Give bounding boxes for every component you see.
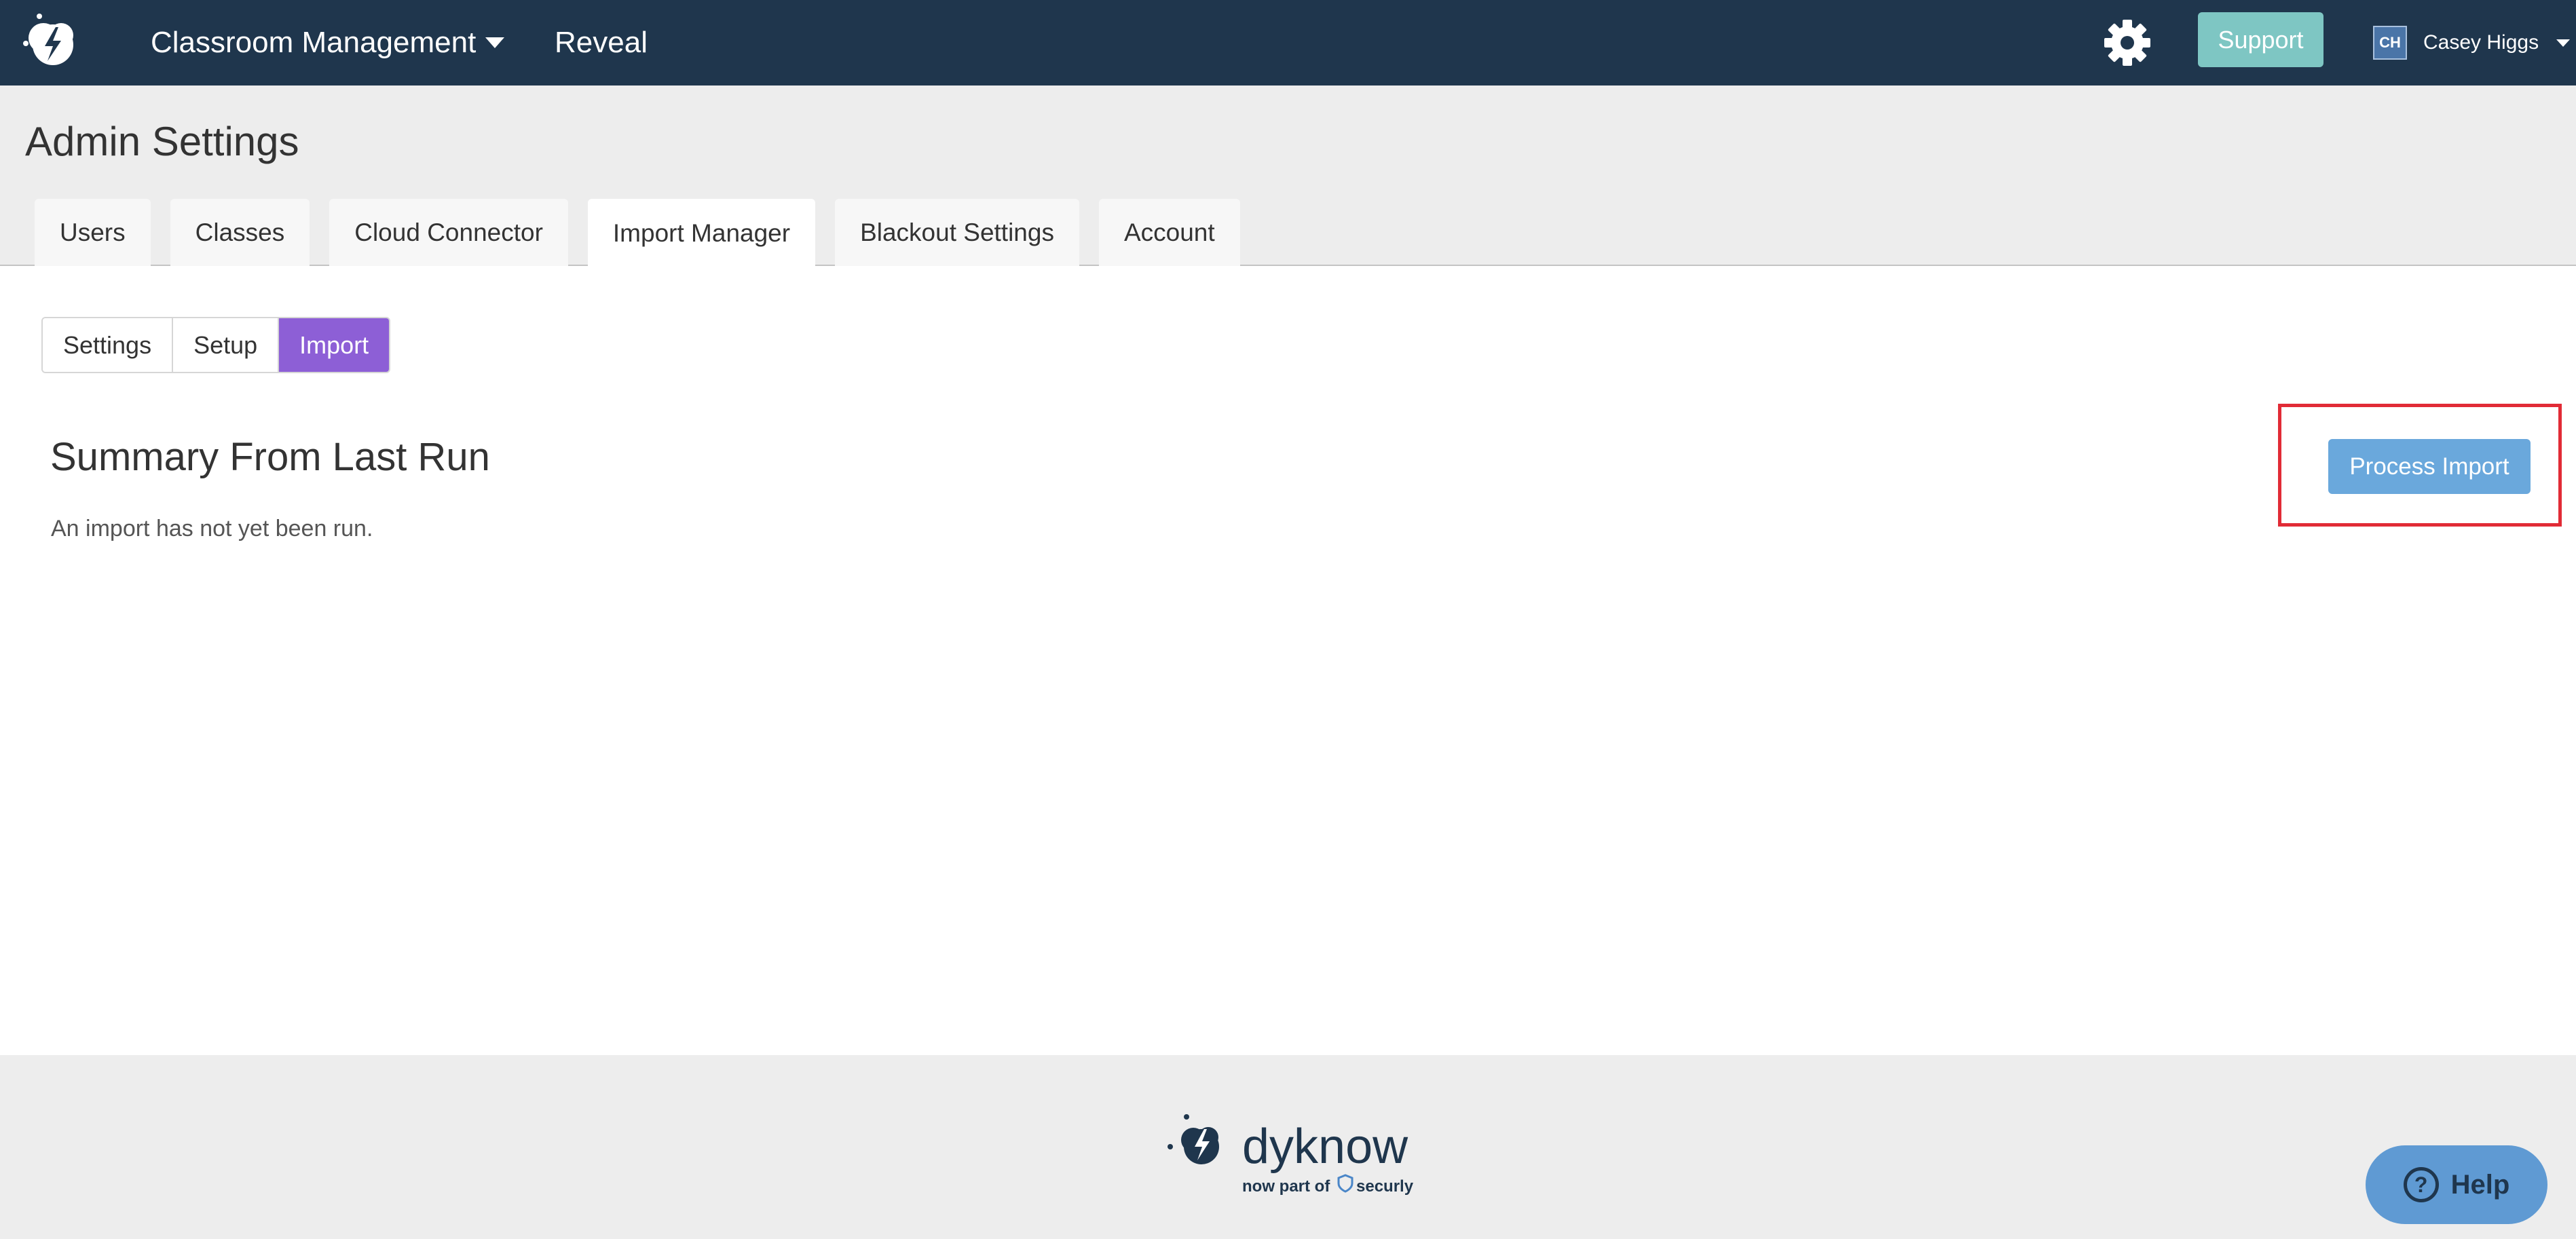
page-title: Admin Settings: [25, 119, 299, 164]
gear-icon[interactable]: [2103, 18, 2152, 67]
user-menu[interactable]: CH Casey Higgs: [2373, 24, 2571, 61]
user-name: Casey Higgs: [2423, 31, 2539, 54]
help-button[interactable]: ? Help: [2366, 1145, 2547, 1224]
avatar: CH: [2373, 26, 2407, 60]
tab-cloud-connector[interactable]: Cloud Connector: [329, 199, 568, 266]
caret-down-icon: [485, 37, 505, 48]
caret-down-icon: [2556, 39, 2571, 47]
classroom-management-label: Classroom Management: [151, 26, 477, 59]
summary-title: Summary From Last Run: [50, 435, 490, 479]
subtab-settings[interactable]: Settings: [43, 318, 174, 372]
tab-users[interactable]: Users: [35, 199, 151, 266]
admin-tabs: Users Classes Cloud Connector Import Man…: [35, 199, 1260, 267]
subtab-setup[interactable]: Setup: [173, 318, 280, 372]
tab-blackout-settings[interactable]: Blackout Settings: [835, 199, 1079, 266]
question-circle-icon: ?: [2403, 1167, 2439, 1202]
dyknow-logo-icon[interactable]: [19, 11, 84, 76]
subtab-import[interactable]: Import: [279, 318, 390, 372]
footer-brand-text: dyknow: [1242, 1120, 1408, 1174]
admin-settings-header: Admin Settings Users Classes Cloud Conne…: [0, 85, 2576, 267]
footer: dyknow now part of securly: [0, 1055, 2576, 1239]
import-manager-subtabs: Settings Setup Import: [41, 317, 391, 373]
tab-classes[interactable]: Classes: [170, 199, 310, 266]
support-button[interactable]: Support: [2198, 12, 2323, 67]
dyknow-securly-logo: dyknow now part of securly: [1168, 1114, 1414, 1196]
classroom-management-menu[interactable]: Classroom Management: [151, 0, 505, 85]
top-navigation-bar: Classroom Management Reveal Support CH C…: [0, 0, 2576, 85]
reveal-link[interactable]: Reveal: [555, 0, 648, 85]
process-import-button[interactable]: Process Import: [2328, 439, 2531, 494]
footer-tagline-prefix: now part of: [1242, 1177, 1330, 1196]
shield-icon: [1337, 1174, 1354, 1193]
tab-account[interactable]: Account: [1098, 199, 1240, 266]
help-label: Help: [2450, 1169, 2510, 1200]
footer-partner-text: securly: [1356, 1177, 1414, 1196]
summary-status-text: An import has not yet been run.: [51, 516, 373, 541]
tab-import-manager[interactable]: Import Manager: [587, 199, 816, 267]
